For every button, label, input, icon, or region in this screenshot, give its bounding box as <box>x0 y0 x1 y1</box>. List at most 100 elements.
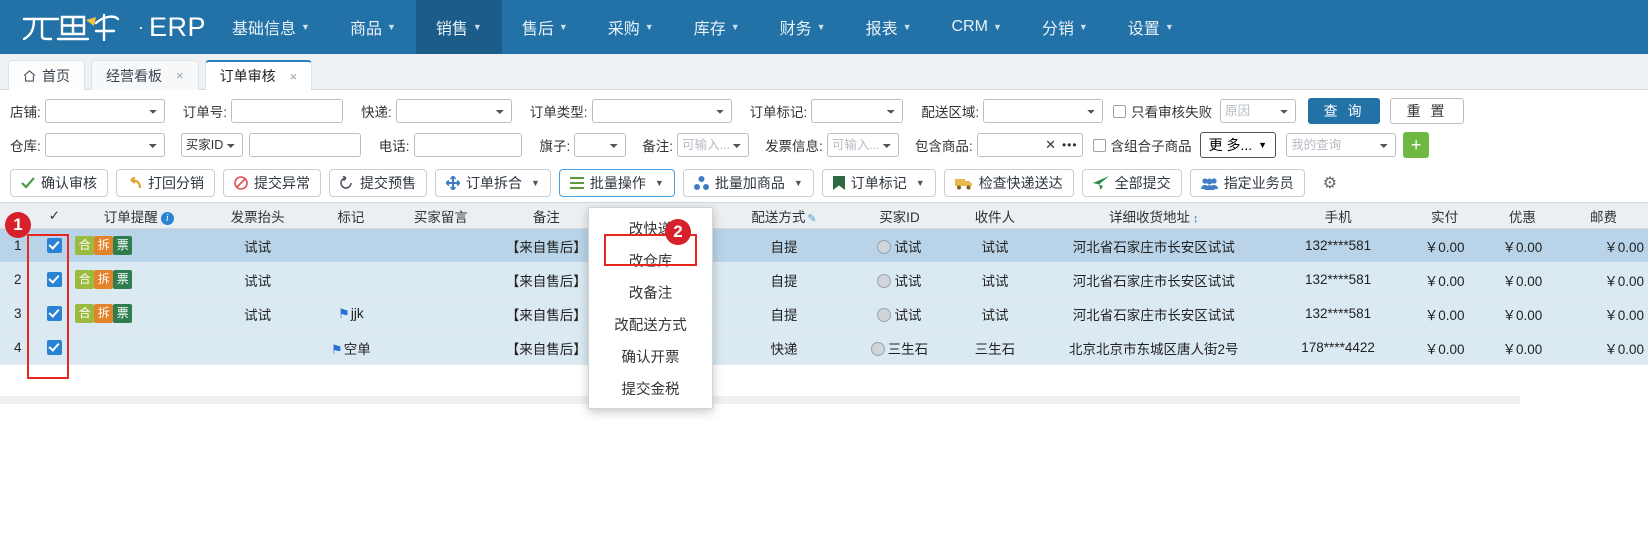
column-order-reminder[interactable]: 订单提醒 i <box>73 202 205 229</box>
close-icon[interactable]: × <box>176 68 184 83</box>
only-failed-checkbox[interactable] <box>1113 104 1127 118</box>
contains-goods-input[interactable]: ✕ ••• <box>976 133 1083 157</box>
info-icon[interactable]: i <box>160 211 174 225</box>
nav-item-2[interactable]: 销售 ▼ <box>415 0 502 54</box>
column-delivery-method[interactable]: 配送方式 ✎ <box>724 202 844 229</box>
brand-erp-text: ERP <box>149 11 207 42</box>
tab-dashboard[interactable]: 经营看板 × <box>91 60 199 90</box>
column-receiver[interactable]: 收件人 <box>954 202 1035 229</box>
remark-cell: 【来自售后】 <box>490 262 602 297</box>
confirm-review-button[interactable]: 确认审核 <box>10 169 108 197</box>
menu-item-submit-tax[interactable]: 提交金税 <box>589 372 712 404</box>
column-phone[interactable]: 手机 <box>1272 202 1404 229</box>
reset-button[interactable]: 重 置 <box>1390 98 1465 124</box>
column-discount[interactable]: 优惠 <box>1485 202 1560 229</box>
invoice-info-select[interactable]: 可输入... <box>826 133 899 157</box>
my-query-select[interactable]: 我的查询 <box>1286 133 1397 157</box>
order-reminder-cell: 合拆票 <box>73 228 205 263</box>
column-address[interactable]: 详细收货地址 ↕ <box>1034 202 1273 229</box>
order-split-merge-button[interactable]: 订单拆合 ▼ <box>435 169 551 197</box>
table-row[interactable]: 2 合拆票 试试 【来自售后】 上海仓 自提 试试 试试 河北省石家庄市长安区试… <box>0 262 1648 297</box>
tab-order-review[interactable]: 订单审核 × <box>204 60 313 90</box>
nav-item-9[interactable]: 分销 ▼ <box>1022 0 1108 54</box>
edit-pencil-icon[interactable]: ✎ <box>807 213 816 225</box>
select-all-header[interactable]: ✓ <box>35 202 74 229</box>
failure-reason-select[interactable]: 原因 <box>1220 99 1297 123</box>
order-mark-button[interactable]: 订单标记 ▼ <box>821 169 936 197</box>
phone-input[interactable] <box>413 133 522 157</box>
nav-item-6[interactable]: 财务 ▼ <box>760 0 846 54</box>
buyer-id-type-select[interactable]: 买家ID <box>180 133 243 157</box>
column-freight[interactable]: 邮费 <box>1559 202 1648 229</box>
nav-item-7[interactable]: 报表 ▼ <box>846 0 932 54</box>
bookmark-icon <box>832 176 845 190</box>
column-invoice-title[interactable]: 发票抬头 <box>204 202 311 229</box>
more-options-icon[interactable]: ••• <box>1062 138 1078 152</box>
nav-item-0[interactable]: 基础信息 ▼ <box>212 0 330 54</box>
gear-icon[interactable]: ⚙ <box>1323 173 1337 193</box>
buyer-message-cell <box>390 296 491 331</box>
shop-select[interactable] <box>44 99 165 123</box>
warehouse-select[interactable] <box>44 133 165 157</box>
list-icon <box>569 177 584 189</box>
order-mark-select[interactable] <box>811 99 904 123</box>
order-type-select[interactable] <box>591 99 732 123</box>
submit-presale-button[interactable]: 提交预售 <box>329 169 427 197</box>
nav-item-3[interactable]: 售后 ▼ <box>502 0 588 54</box>
batch-operation-button[interactable]: 批量操作 ▼ <box>558 169 675 197</box>
return-distribution-button[interactable]: 打回分销 <box>116 169 215 197</box>
column-buyer-id[interactable]: 买家ID <box>843 202 955 229</box>
nav-item-4[interactable]: 采购 ▼ <box>588 0 674 54</box>
delivery-area-select[interactable] <box>983 99 1104 123</box>
include-combo-checkbox[interactable] <box>1092 138 1106 152</box>
menu-item-change-remark[interactable]: 改备注 <box>589 276 712 308</box>
brand-logo-area[interactable]: · ERP <box>0 10 212 44</box>
remark-cell: 【来自售后】 <box>490 228 602 263</box>
tag-split: 拆 <box>94 270 114 289</box>
table-row[interactable]: 3 合拆票 试试 ⚑jjk 【来自售后】 上海仓 自提 试试 试试 河北省石家庄… <box>0 296 1648 331</box>
avatar <box>870 341 885 356</box>
order-reminder-cell: 合拆票 <box>73 296 205 331</box>
assign-salesperson-button[interactable]: 指定业务员 <box>1189 169 1305 197</box>
nav-item-10[interactable]: 设置 ▼ <box>1108 0 1194 54</box>
menu-item-change-delivery-method[interactable]: 改配送方式 <box>589 308 712 340</box>
brand-dot: · <box>138 17 144 37</box>
flag-select[interactable] <box>574 133 627 157</box>
sort-icon[interactable]: ↕ <box>1193 213 1199 225</box>
order-reminder-cell: 合拆票 <box>73 262 205 297</box>
avatar <box>877 239 892 254</box>
save-query-add-button[interactable]: + <box>1403 132 1430 158</box>
remark-select[interactable]: 可输入... <box>677 133 750 157</box>
remark-cell: 【来自售后】 <box>490 330 602 365</box>
nav-item-5[interactable]: 库存 ▼ <box>674 0 760 54</box>
submit-all-button[interactable]: 全部提交 <box>1081 169 1182 197</box>
table-row[interactable]: 4 ⚑空单 【来自售后】 上海仓 快递 三生石 三生石 北京北京市东城区唐人街2… <box>0 330 1648 365</box>
column-buyer-message[interactable]: 买家留言 <box>390 202 491 229</box>
more-filters-button[interactable]: 更 多... ▼ <box>1199 132 1277 158</box>
query-button[interactable]: 查 询 <box>1308 98 1381 124</box>
tab-home[interactable]: 首页 <box>8 60 85 90</box>
buyer-id-input[interactable] <box>248 133 361 157</box>
table-row[interactable]: 1 合拆票 试试 【来自售后】 上海仓 自提 试试 试试 河北省石家庄市长安区试… <box>0 228 1648 263</box>
include-combo-checkbox-wrap[interactable]: 含组合子商品 <box>1092 135 1192 155</box>
nav-item-8[interactable]: CRM ▼ <box>932 0 1022 54</box>
menu-item-confirm-invoice[interactable]: 确认开票 <box>589 340 712 372</box>
check-express-delivery-button[interactable]: 检查快递送达 <box>943 169 1074 197</box>
express-select[interactable] <box>395 99 512 123</box>
submit-exception-button[interactable]: 提交异常 <box>223 169 321 197</box>
column-remark[interactable]: 备注 <box>490 202 602 229</box>
avatar <box>877 307 892 322</box>
tag-merge: 合 <box>75 236 95 255</box>
column-paid[interactable]: 实付 <box>1403 202 1486 229</box>
order-no-input[interactable] <box>231 99 344 123</box>
only-failed-checkbox-wrap[interactable]: 只看审核失败 <box>1113 101 1212 121</box>
batch-add-goods-button[interactable]: 批量加商品 ▼ <box>682 169 814 197</box>
column-mark[interactable]: 标记 <box>310 202 391 229</box>
nav-item-1[interactable]: 商品 ▼ <box>330 0 416 54</box>
close-icon[interactable]: × <box>290 69 298 84</box>
order-mark-label: 订单标记: <box>749 105 808 120</box>
clear-icon[interactable]: ✕ <box>1045 137 1056 153</box>
horizontal-scrollbar[interactable] <box>0 396 1520 404</box>
assign-salesperson-label: 指定业务员 <box>1223 175 1294 191</box>
shop-label: 店铺: <box>10 105 41 120</box>
